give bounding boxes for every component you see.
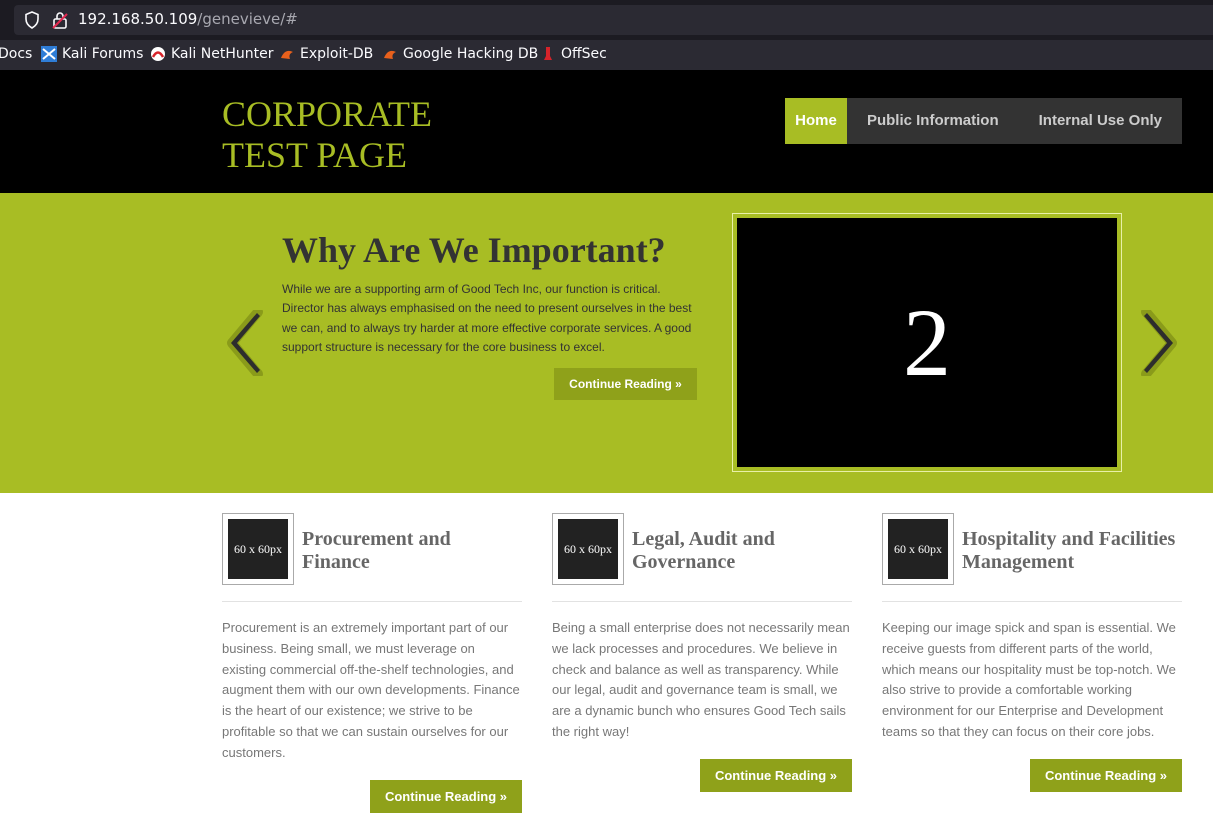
continue-reading-button[interactable]: Continue Reading » xyxy=(1030,759,1182,792)
slider-next-arrow-icon[interactable] xyxy=(1140,310,1178,376)
thumbnail-placeholder: 60 x 60px xyxy=(228,519,288,579)
column-divider xyxy=(552,601,852,602)
column-text: Keeping our image spick and span is esse… xyxy=(882,620,1176,739)
bookmark-label: Exploit-DB xyxy=(300,46,374,62)
bookmark-label: Docs xyxy=(0,46,33,62)
hero-title: Why Are We Important? xyxy=(282,230,666,270)
bookmark-label: Kali Forums xyxy=(62,46,144,62)
main-nav: Home Public Information Internal Use Onl… xyxy=(785,98,1182,144)
column-title: Legal, Audit and Governance xyxy=(632,528,775,573)
column-divider xyxy=(882,601,1182,602)
bookmark-label: Google Hacking DB xyxy=(403,46,539,62)
bookmark-kali-forums[interactable]: Kali Forums xyxy=(41,46,143,62)
logo-line-1: CORPORATE xyxy=(222,94,433,134)
bookmark-exploit-db[interactable]: Exploit-DB xyxy=(279,46,373,62)
slide-image-frame: 2 xyxy=(732,213,1122,472)
column-thumbnail: 60 x 60px xyxy=(882,513,954,585)
column-title: Hospitality and Facilities Management xyxy=(962,528,1176,573)
slider-prev-arrow-icon[interactable] xyxy=(226,310,264,376)
column-text: Being a small enterprise does not necess… xyxy=(552,620,850,739)
offsec-icon xyxy=(544,47,552,60)
google-hacking-db-icon xyxy=(384,50,396,59)
bookmark-offsec[interactable]: OffSec xyxy=(540,46,607,62)
bookmark-label: OffSec xyxy=(561,46,607,62)
bookmark-label: Kali NetHunter xyxy=(171,46,274,62)
kali-nethunter-icon xyxy=(151,47,165,61)
continue-reading-button[interactable]: Continue Reading » xyxy=(370,780,522,813)
thumbnail-placeholder: 60 x 60px xyxy=(558,519,618,579)
browser-toolbar: 192.168.50.109/genevieve/# xyxy=(0,0,1213,40)
thumbnail-placeholder: 60 x 60px xyxy=(888,519,948,579)
bookmark-docs[interactable]: Docs xyxy=(0,46,32,62)
url-text[interactable]: 192.168.50.109/genevieve/# xyxy=(78,10,298,28)
column-divider xyxy=(222,601,522,602)
insecure-lock-icon[interactable] xyxy=(50,10,70,30)
column-thumbnail: 60 x 60px xyxy=(222,513,294,585)
site-logo[interactable]: CORPORATE TEST PAGE xyxy=(222,94,432,176)
column-title: Procurement and Finance xyxy=(302,528,451,573)
column-thumbnail: 60 x 60px xyxy=(552,513,624,585)
nav-public-information[interactable]: Public Information xyxy=(847,98,1019,144)
bookmark-kali-nethunter[interactable]: Kali NetHunter xyxy=(150,46,273,62)
hero-text: While we are a supporting arm of Good Te… xyxy=(282,282,692,354)
shield-icon[interactable] xyxy=(22,10,42,30)
hero-continue-reading-button[interactable]: Continue Reading » xyxy=(554,368,697,400)
bookmark-google-hacking-db[interactable]: Google Hacking DB xyxy=(382,46,538,62)
nav-internal-use-only[interactable]: Internal Use Only xyxy=(1019,98,1182,144)
logo-line-2: TEST PAGE xyxy=(222,135,408,175)
bookmarks-toolbar: Docs Kali Forums Kali NetHunter Exploit-… xyxy=(0,40,1213,70)
slide-image: 2 xyxy=(737,218,1117,467)
exploit-db-icon xyxy=(281,50,293,59)
kali-forums-icon xyxy=(41,46,57,62)
continue-reading-button[interactable]: Continue Reading » xyxy=(700,759,852,792)
nav-home[interactable]: Home xyxy=(785,98,847,144)
url-host: 192.168.50.109 xyxy=(78,10,198,28)
url-path: /genevieve/# xyxy=(197,10,298,28)
column-text: Procurement is an extremely important pa… xyxy=(222,620,520,760)
